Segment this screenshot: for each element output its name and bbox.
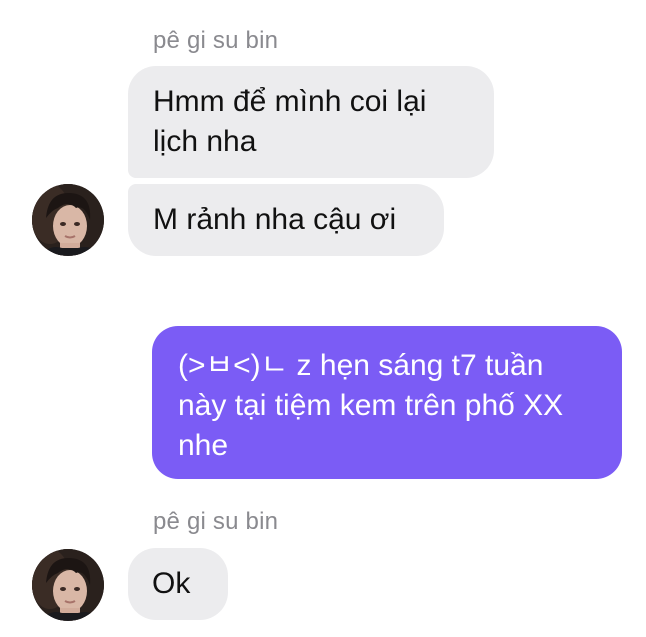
- avatar-photo-icon[interactable]: [32, 549, 104, 621]
- incoming-message-bubble[interactable]: Ok: [128, 548, 228, 620]
- sender-name: pê gi su bin: [153, 27, 279, 54]
- avatar-photo-icon[interactable]: [32, 184, 104, 256]
- message-text: Ok: [152, 567, 191, 600]
- outgoing-message-bubble[interactable]: (>ㅂ<)ㄴ z hẹn sáng t7 tuần này tại tiệm k…: [152, 326, 622, 479]
- message-text: Hmm để mình coi lại lịch nha: [153, 85, 427, 158]
- message-text: M rảnh nha cậu ơi: [153, 203, 397, 236]
- message-text: (>ㅂ<)ㄴ z hẹn sáng t7 tuần này tại tiệm k…: [178, 349, 564, 462]
- sender-name: pê gi su bin: [153, 508, 279, 535]
- incoming-message-bubble[interactable]: M rảnh nha cậu ơi: [128, 184, 444, 256]
- incoming-message-bubble[interactable]: Hmm để mình coi lại lịch nha: [128, 66, 494, 178]
